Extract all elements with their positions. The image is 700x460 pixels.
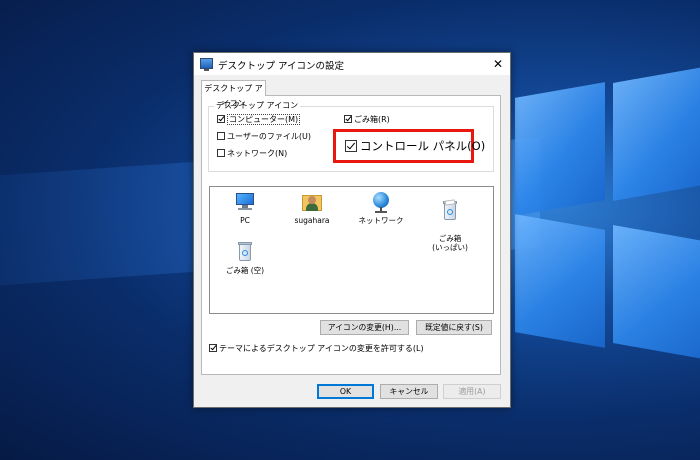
logo-pane-bottom-left — [515, 214, 605, 348]
checkbox-label: コンピューター(M) — [227, 114, 301, 125]
checkbox-box[interactable] — [217, 149, 225, 157]
checkbox-box[interactable] — [344, 115, 352, 123]
icon-list[interactable]: PC sugahara ネットワーク ごみ箱 (いっぱい) ごみ箱 (空) — [209, 186, 494, 314]
icon-label: PC — [240, 216, 250, 225]
checkbox-computer[interactable]: コンピューター(M) — [217, 114, 301, 125]
checkbox-box[interactable] — [345, 140, 357, 152]
checkbox-label: ネットワーク(N) — [227, 149, 288, 158]
recycle-bin-empty-icon — [234, 241, 256, 263]
restore-default-button[interactable]: 既定値に戻す(S) — [416, 320, 492, 335]
checkbox-box[interactable] — [217, 132, 225, 140]
dialog-title: デスクトップ アイコンの設定 — [218, 61, 345, 72]
control-panel-highlight: コントロール パネル(O) — [333, 129, 485, 163]
user-folder-icon — [301, 191, 323, 213]
recycle-bin-full-icon — [439, 199, 461, 222]
checkbox-label: ごみ箱(R) — [354, 115, 390, 124]
icon-item-pc[interactable]: PC — [215, 191, 275, 225]
title-bar: デスクトップ アイコンの設定 ✕ — [194, 53, 510, 75]
icon-label: ネットワーク — [358, 216, 404, 225]
checkbox-user-files[interactable]: ユーザーのファイル(U) — [217, 132, 311, 142]
icon-label: ごみ箱 (いっぱい) — [432, 234, 468, 252]
checkbox-label: テーマによるデスクトップ アイコンの変更を許可する(L) — [219, 344, 424, 353]
desktop-icon-settings-dialog: デスクトップ アイコンの設定 ✕ デスクトップ アイコン デスクトップ アイコン… — [193, 52, 511, 408]
icon-label: ごみ箱 (空) — [225, 266, 265, 275]
settings-window-icon — [200, 58, 213, 71]
logo-pane-bottom-right — [613, 225, 700, 361]
checkbox-label: ユーザーのファイル(U) — [227, 132, 311, 141]
ok-button[interactable]: OK — [317, 384, 374, 399]
checkbox-allow-theme[interactable]: テーマによるデスクトップ アイコンの変更を許可する(L) — [209, 344, 424, 354]
icon-item-recycle-bin-full[interactable]: ごみ箱 (いっぱい) — [420, 191, 480, 261]
logo-pane-top-left — [515, 82, 605, 216]
checkbox-box[interactable] — [209, 344, 217, 352]
icon-label: sugahara — [294, 216, 330, 225]
change-icon-button[interactable]: アイコンの変更(H)... — [320, 320, 409, 335]
windows-logo — [515, 65, 700, 430]
checkbox-control-panel[interactable]: コントロール パネル(O) — [345, 139, 485, 153]
checkbox-label: コントロール パネル(O) — [360, 139, 486, 153]
icon-item-user[interactable]: sugahara — [282, 191, 342, 225]
icon-item-network[interactable]: ネットワーク — [351, 191, 411, 225]
close-button[interactable]: ✕ — [486, 53, 510, 75]
checkbox-network[interactable]: ネットワーク(N) — [217, 149, 287, 159]
logo-pane-top-right — [613, 65, 700, 201]
checkbox-recycle-bin[interactable]: ごみ箱(R) — [344, 115, 390, 125]
checkbox-box[interactable] — [217, 115, 225, 123]
icon-item-recycle-bin-empty[interactable]: ごみ箱 (空) — [215, 241, 275, 275]
network-icon — [370, 191, 392, 213]
cancel-button[interactable]: キャンセル — [380, 384, 438, 399]
apply-button[interactable]: 適用(A) — [443, 384, 501, 399]
tab-desktop-icons[interactable]: デスクトップ アイコン — [201, 80, 266, 108]
pc-icon — [234, 191, 256, 213]
